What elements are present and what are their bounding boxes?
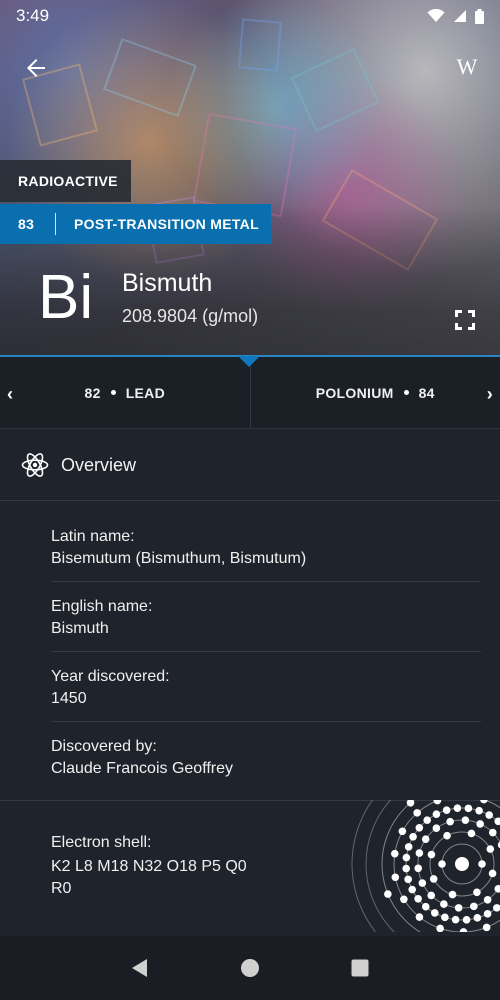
circle-home-icon [241,959,259,977]
system-recents-button[interactable] [349,957,371,979]
cell-signal-icon [454,10,466,22]
element-name: Bismuth [122,269,213,297]
electron-shell-value: K2 L8 M18 N32 O18 P5 Q0 R0 [51,858,247,897]
fullscreen-button[interactable] [453,308,477,332]
back-button[interactable] [20,52,52,84]
latin-name-label: Latin name: [51,528,135,545]
chevron-left-icon: ‹ [7,384,14,404]
previous-element-name: LEAD [125,384,165,401]
element-group-tag: 83 POST-TRANSITION METAL [0,204,271,244]
english-name-label: English name: [51,598,153,615]
arrow-left-icon [27,59,45,77]
wikipedia-button[interactable]: W [452,54,482,80]
wikipedia-icon: W [456,54,478,79]
current-element-pointer [238,356,260,367]
year-discovered-label: Year discovered: [51,668,170,685]
previous-element-button[interactable]: ‹ 82 LEAD [0,357,251,428]
radioactive-tag: RADIOACTIVE [0,160,131,202]
next-element-button[interactable]: POLONIUM 84 › [251,357,500,428]
next-element-name: POLONIUM [315,384,394,401]
list-item: Latin name: Bisemutum (Bismuthum, Bismut… [51,512,481,582]
electron-shell-icon [351,800,500,932]
discovered-by-label: Discovered by: [51,738,157,755]
separator-dot [110,390,116,395]
battery-icon [475,8,484,24]
square-recents-icon [351,959,369,977]
discovered-by-value: Claude Francois Geoffrey [51,760,234,777]
latin-name-value: Bisemutum (Bismuthum, Bismutum) [51,550,307,567]
element-category: POST-TRANSITION METAL [74,216,259,232]
fullscreen-icon [455,310,475,330]
overview-title: Overview [61,454,137,475]
system-navigation-bar [0,936,500,1000]
english-name-value: Bismuth [51,620,109,637]
list-item: Year discovered: 1450 [51,652,481,722]
atom-icon [21,453,49,477]
list-item: Discovered by: Claude Francois Geoffrey [51,722,481,792]
list-item: English name: Bismuth [51,582,481,652]
separator-dot [403,390,409,395]
next-element-number: 84 [418,384,435,401]
chevron-right-icon: › [486,384,493,404]
element-symbol: Bi [38,263,94,332]
element-navigation: ‹ 82 LEAD POLONIUM 84 › [0,357,500,429]
system-back-button[interactable] [129,957,151,979]
system-home-button[interactable] [239,957,261,979]
year-discovered-value: 1450 [51,690,87,707]
status-bar: 3:49 [0,0,500,32]
overview-header: Overview [0,430,500,501]
atomic-number: 83 [18,216,35,232]
electron-shell-label: Electron shell: [51,834,152,851]
atomic-mass: 208.9804 (g/mol) [122,306,259,326]
previous-element-number: 82 [84,384,101,401]
overview-details: Latin name: Bisemutum (Bismuthum, Bismut… [51,512,481,792]
triangle-back-icon [132,959,147,977]
wifi-icon [427,9,445,22]
status-time: 3:49 [16,6,50,25]
